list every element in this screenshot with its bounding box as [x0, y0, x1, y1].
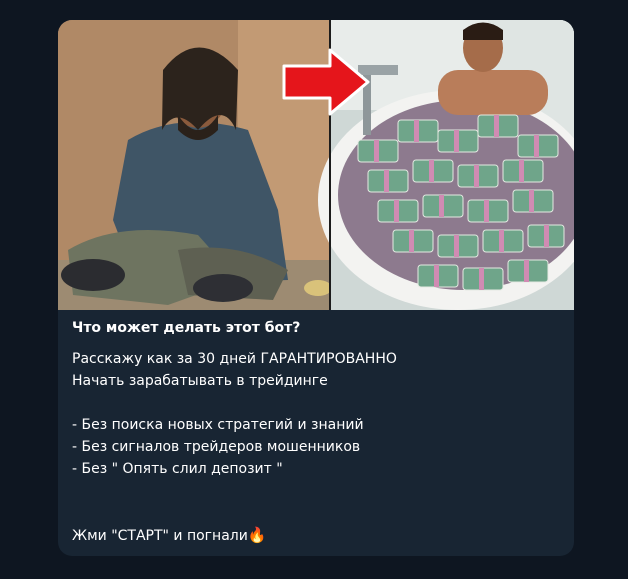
message-caption: Что может делать этот бот? Расскажу как …	[72, 316, 560, 547]
poor-man-photo	[58, 20, 332, 310]
intro-line-1: Расскажу как за 30 дней ГАРАНТИРОВАННО	[72, 351, 397, 367]
bullet-1: - Без поиска новых стратегий и знаний	[72, 417, 364, 433]
intro-line-2: Начать зарабатывать в трейдинге	[72, 373, 328, 389]
caption-title: Что может делать этот бот?	[72, 320, 301, 336]
cta-text: Жми "СТАРТ" и погнали	[72, 528, 248, 544]
promo-image[interactable]	[58, 20, 574, 310]
money-bathtub-photo	[318, 20, 574, 310]
fire-icon: 🔥	[247, 526, 267, 544]
bullet-3: - Без " Опять слил депозит "	[72, 461, 283, 477]
cta-line: Жми "СТАРТ" и погнали🔥	[72, 524, 560, 547]
bot-description-card: Что может делать этот бот? Расскажу как …	[58, 20, 574, 556]
bullet-2: - Без сигналов трейдеров мошенников	[72, 439, 361, 455]
